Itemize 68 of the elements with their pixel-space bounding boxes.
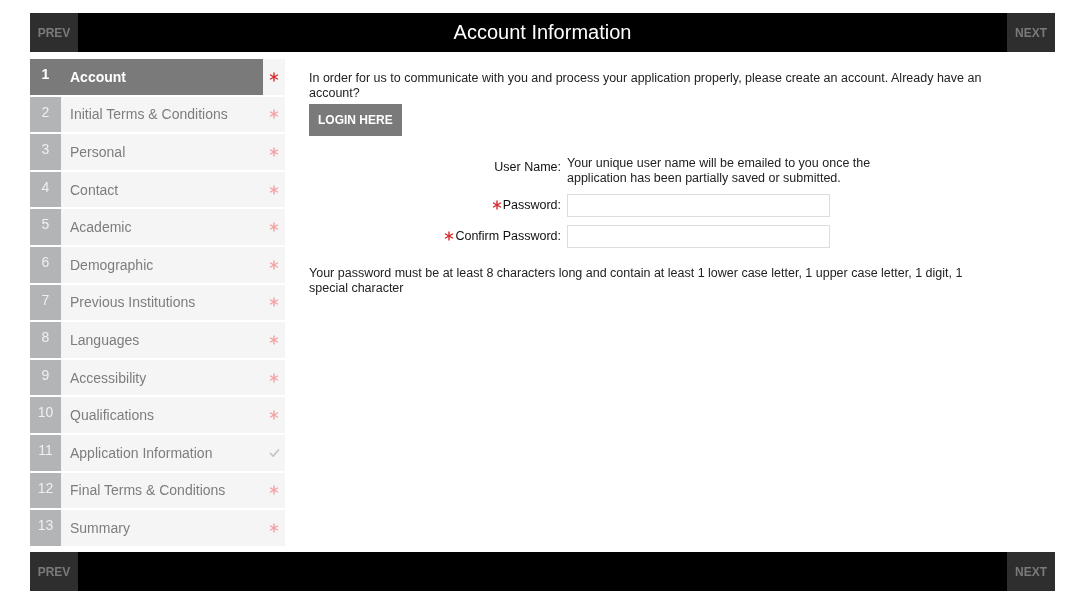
checkmark-icon — [268, 448, 280, 458]
field-label: Confirm Password: — [455, 229, 561, 243]
step-item[interactable]: 9 Accessibility — [30, 359, 285, 396]
asterisk-icon — [269, 522, 279, 533]
step-number: 7 — [30, 284, 61, 321]
asterisk-icon — [269, 334, 279, 345]
step-label: Languages — [69, 330, 141, 350]
prev-button[interactable]: PREV — [30, 552, 78, 591]
asterisk-icon — [269, 485, 279, 496]
step-item[interactable]: 12 Final Terms & Conditions — [30, 472, 285, 509]
step-label: Contact — [69, 180, 120, 200]
step-label: Qualifications — [69, 406, 156, 426]
step-label: Final Terms & Conditions — [69, 481, 227, 501]
step-label: Application Information — [69, 443, 214, 463]
asterisk-icon — [491, 200, 502, 210]
step-item[interactable]: 7 Previous Institutions — [30, 284, 285, 321]
asterisk-icon — [269, 184, 279, 195]
step-number: 2 — [30, 96, 61, 133]
password-field[interactable] — [567, 225, 830, 248]
field-label: Password: — [502, 198, 561, 212]
step-item[interactable]: 5 Academic — [30, 209, 285, 245]
step-number: 1 — [30, 59, 61, 95]
step-item[interactable]: 11 Application Information — [30, 434, 285, 471]
step-number: 4 — [30, 171, 61, 208]
asterisk-icon — [269, 259, 279, 270]
asterisk-icon — [444, 231, 455, 241]
step-number: 6 — [30, 246, 61, 283]
step-item[interactable]: 4 Contact — [30, 171, 285, 208]
prev-button[interactable]: PREV — [30, 13, 78, 52]
step-number: 11 — [30, 434, 61, 471]
field-label: User Name: — [494, 160, 561, 174]
step-number: 5 — [30, 209, 61, 245]
next-button[interactable]: NEXT — [1007, 13, 1055, 52]
password-rules-text: Your password must be at least 8 characters long and contain at least 1 lower case letter, 1 upper case letter, 1 digit, 1 special character — [309, 266, 964, 296]
asterisk-icon — [269, 109, 279, 120]
intro-text: In order for us to communicate with you and process your application properly, please create an account. Already have an account? — [309, 71, 983, 101]
step-number: 9 — [30, 359, 61, 396]
step-number: 13 — [30, 510, 61, 546]
asterisk-icon — [269, 71, 279, 82]
step-number: 10 — [30, 397, 61, 433]
asterisk-icon — [269, 410, 279, 421]
step-item[interactable]: 3 Personal — [30, 134, 285, 170]
username-note: Your unique user name will be emailed to you once the application has been partially saved or submitted. — [567, 156, 872, 186]
step-item[interactable]: 8 Languages — [30, 322, 285, 358]
step-item[interactable]: 13 Summary — [30, 510, 285, 546]
asterisk-icon — [269, 222, 279, 233]
step-label: Initial Terms & Conditions — [69, 105, 229, 125]
step-item[interactable]: 1 Account — [30, 59, 285, 95]
step-number: 3 — [30, 134, 61, 170]
password-field[interactable] — [567, 194, 830, 217]
asterisk-icon — [269, 372, 279, 383]
page-title: Account Information — [452, 20, 633, 45]
asterisk-icon — [269, 147, 279, 157]
step-item[interactable]: 6 Demographic — [30, 246, 285, 283]
step-item[interactable]: 2 Initial Terms & Conditions — [30, 96, 285, 133]
step-label: Academic — [69, 218, 133, 238]
step-label: Accessibility — [69, 368, 148, 388]
asterisk-icon — [269, 297, 279, 308]
step-label: Account — [61, 59, 263, 95]
step-number: 8 — [30, 322, 61, 358]
step-label: Demographic — [69, 255, 155, 275]
step-label: Personal — [69, 143, 127, 162]
step-item[interactable]: 10 Qualifications — [30, 397, 285, 433]
step-label: Previous Institutions — [69, 293, 197, 313]
login-button[interactable]: LOGIN HERE — [309, 104, 402, 136]
step-label: Summary — [69, 518, 131, 538]
step-number: 12 — [30, 472, 61, 509]
next-button[interactable]: NEXT — [1007, 552, 1055, 591]
